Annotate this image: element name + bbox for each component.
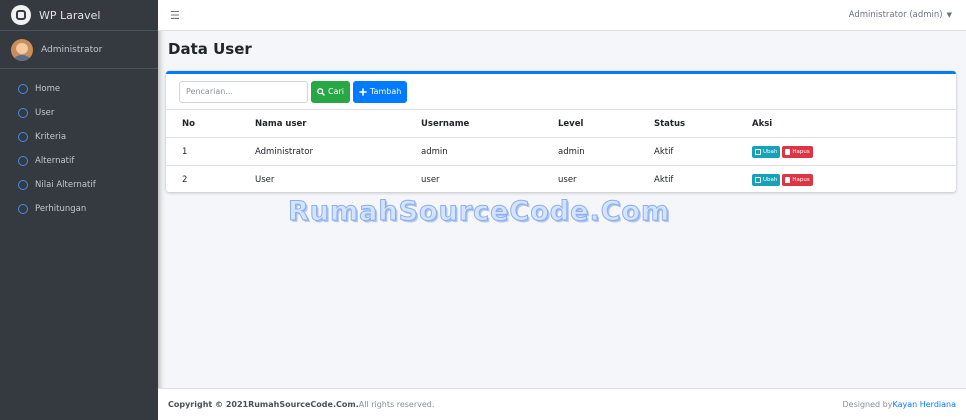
add-button[interactable]: Tambah <box>353 80 408 103</box>
search-icon <box>317 87 325 96</box>
sidebar-item-label: Perhitungan <box>35 204 87 214</box>
sidebar-item-label: Nilai Alternatif <box>35 180 96 190</box>
footer: Copyright © 2021 RumahSourceCode.Com. Al… <box>158 388 966 420</box>
sidebar-item-label: Home <box>35 84 61 94</box>
header-aksi: Aksi <box>736 109 956 138</box>
header-no: No <box>166 109 239 138</box>
sidebar-item-user[interactable]: User <box>0 101 158 125</box>
hamburger-icon[interactable]: ☰ <box>170 9 180 22</box>
trash-icon <box>785 148 791 155</box>
watermark: RumahSourceCode.Com <box>287 196 671 228</box>
cell-level: admin <box>542 137 638 166</box>
avatar <box>11 38 33 61</box>
table-row: 2 User user user Aktif Ubah Hapus <box>166 165 956 194</box>
footer-credit: Designed by Kayan Herdiana <box>842 400 956 409</box>
trash-icon <box>785 176 791 183</box>
user-panel-name: Administrator <box>41 44 103 55</box>
cell-level: user <box>542 165 638 194</box>
cell-actions: Ubah Hapus <box>736 137 956 166</box>
user-panel[interactable]: Administrator <box>0 31 158 69</box>
caret-down-icon: ▼ <box>946 11 952 19</box>
table-header-row: No Nama user Username Level Status Aksi <box>166 109 956 138</box>
circle-icon <box>18 84 28 94</box>
circle-icon <box>18 108 28 118</box>
delete-button[interactable]: Hapus <box>782 173 813 186</box>
sidebar-item-alternatif[interactable]: Alternatif <box>0 149 158 173</box>
sidebar-item-label: User <box>35 108 55 118</box>
delete-button-label: Hapus <box>792 176 810 183</box>
author-link[interactable]: Kayan Herdiana <box>892 400 956 409</box>
table-row: 1 Administrator admin admin Aktif Ubah Ha… <box>166 137 956 166</box>
header-nama-user: Nama user <box>239 109 405 138</box>
edit-button[interactable]: Ubah <box>752 173 781 186</box>
cell-no: 1 <box>166 137 239 166</box>
sidebar-item-label: Kriteria <box>35 132 67 142</box>
sidebar-item-home[interactable]: Home <box>0 77 158 101</box>
sidebar-item-nilai-alternatif[interactable]: Nilai Alternatif <box>0 173 158 197</box>
sidebar: WP Laravel Administrator Home User Krite… <box>0 0 158 420</box>
sidebar-item-kriteria[interactable]: Kriteria <box>0 125 158 149</box>
user-table: No Nama user Username Level Status Aksi … <box>166 109 956 194</box>
cell-no: 2 <box>166 165 239 194</box>
cell-username: admin <box>405 137 542 166</box>
laravel-logo-icon <box>11 5 31 25</box>
designed-by-label: Designed by <box>842 400 893 409</box>
sidebar-item-perhitungan[interactable]: Perhitungan <box>0 197 158 221</box>
edit-button-label: Ubah <box>763 148 778 155</box>
search-button[interactable]: Cari <box>311 80 350 103</box>
circle-icon <box>18 156 28 166</box>
edit-icon <box>755 148 761 155</box>
copyright-prefix: Copyright © 2021 <box>168 400 249 409</box>
user-table-card: Cari Tambah No Nama user Username Level … <box>166 71 956 194</box>
circle-icon <box>18 204 28 214</box>
card-toolbar: Cari Tambah <box>166 74 956 109</box>
header-username: Username <box>405 109 542 138</box>
search-button-label: Cari <box>328 87 344 96</box>
cell-status: Aktif <box>638 165 736 194</box>
brand-link[interactable]: WP Laravel <box>0 0 158 31</box>
topbar: ☰ Administrator (admin) ▼ <box>158 0 966 31</box>
add-button-label: Tambah <box>370 87 402 96</box>
user-menu-label: Administrator (admin) <box>848 10 943 20</box>
plus-icon <box>359 87 367 96</box>
cell-actions: Ubah Hapus <box>736 165 956 194</box>
cell-name: User <box>239 165 405 194</box>
sidebar-item-label: Alternatif <box>35 156 75 166</box>
edit-icon <box>755 176 761 183</box>
circle-icon <box>18 132 28 142</box>
page-title: Data User <box>168 40 252 58</box>
circle-icon <box>18 180 28 190</box>
footer-copyright: Copyright © 2021 RumahSourceCode.Com. Al… <box>168 400 434 409</box>
edit-button[interactable]: Ubah <box>752 145 781 158</box>
footer-rights: All rights reserved. <box>358 400 435 409</box>
sidebar-nav: Home User Kriteria Alternatif Nilai Alte… <box>0 77 158 221</box>
footer-site-link[interactable]: RumahSourceCode.Com. <box>248 400 359 409</box>
cell-status: Aktif <box>638 137 736 166</box>
delete-button[interactable]: Hapus <box>782 145 813 158</box>
brand-name: WP Laravel <box>39 8 101 22</box>
cell-username: user <box>405 165 542 194</box>
header-level: Level <box>542 109 638 138</box>
edit-button-label: Ubah <box>763 176 778 183</box>
delete-button-label: Hapus <box>792 148 810 155</box>
cell-name: Administrator <box>239 137 405 166</box>
user-menu-dropdown[interactable]: Administrator (admin) ▼ <box>849 10 952 20</box>
header-status: Status <box>638 109 736 138</box>
search-input[interactable] <box>179 80 308 103</box>
